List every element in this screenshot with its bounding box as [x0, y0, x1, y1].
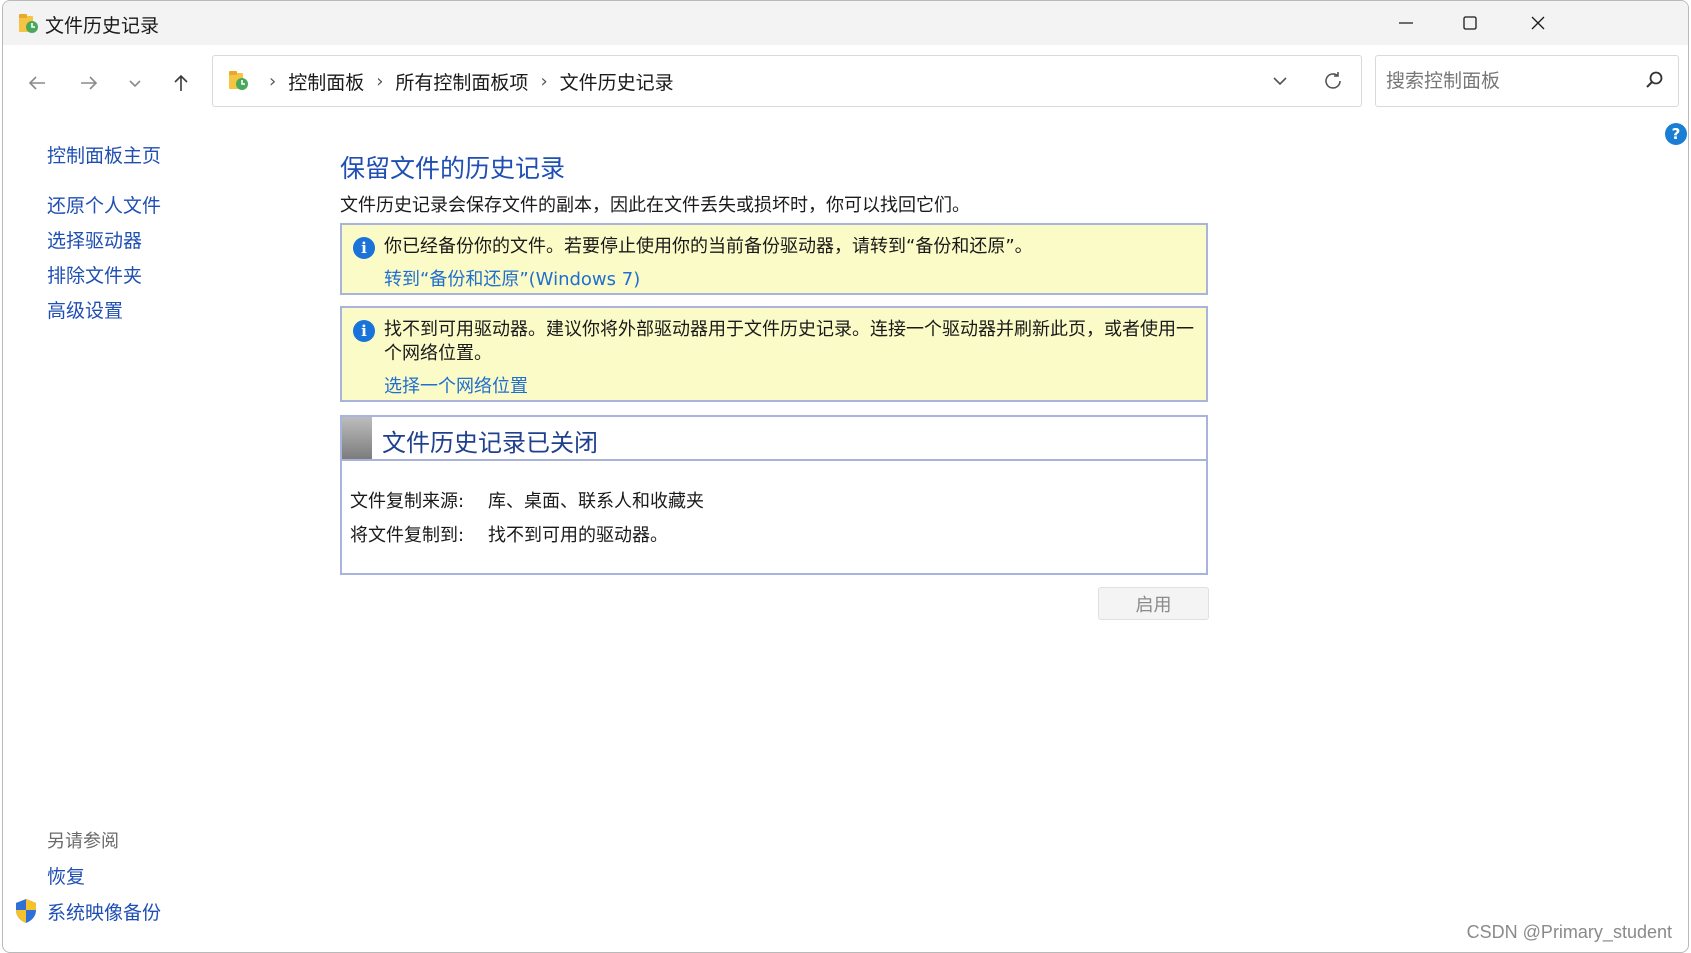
shield-icon [16, 899, 36, 923]
info-backup-notice: i 你已经备份你的文件。若要停止使用你的当前备份驱动器，请转到“备份和还原”。 … [340, 223, 1208, 295]
page-title: 保留文件的历史记录 [340, 154, 566, 183]
info-icon: i [353, 320, 375, 342]
refresh-icon[interactable] [1321, 69, 1345, 93]
enable-button[interactable]: 启用 [1098, 587, 1209, 620]
breadcrumb: › 控制面板 › 所有控制面板项 › 文件历史记录 [257, 56, 674, 106]
info-backup-message: 你已经备份你的文件。若要停止使用你的当前备份驱动器，请转到“备份和还原”。 [384, 236, 1033, 257]
maximize-icon [1463, 16, 1477, 30]
control-panel-icon [229, 71, 248, 90]
title-bar[interactable]: 文件历史记录 [3, 1, 1688, 45]
file-history-window: 文件历史记录 › 控制面板 › 所有控制面板项 › 文件历史记录 搜索控制面板 … [2, 0, 1689, 953]
file-history-app-icon [19, 14, 38, 33]
breadcrumb-separator[interactable]: › [540, 71, 547, 92]
help-button[interactable]: ? [1665, 123, 1687, 145]
recovery-link[interactable]: 恢复 [47, 862, 85, 889]
breadcrumb-all-items[interactable]: 所有控制面板项 [395, 68, 528, 95]
breadcrumb-separator[interactable]: › [376, 71, 383, 92]
info-icon: i [353, 237, 375, 259]
restore-personal-files-link[interactable]: 还原个人文件 [47, 191, 161, 218]
status-panel: 文件历史记录已关闭 文件复制来源: 库、桌面、联系人和收藏夹 将文件复制到: 找不到… [340, 415, 1208, 575]
select-network-location-link[interactable]: 选择一个网络位置 [384, 372, 528, 398]
breadcrumb-separator[interactable]: › [269, 71, 276, 92]
search-box[interactable] [1375, 55, 1679, 107]
status-header: 文件历史记录已关闭 [342, 417, 1206, 461]
copy-to-value: 找不到可用的驱动器。 [488, 525, 668, 546]
copy-from-value: 库、桌面、联系人和收藏夹 [488, 491, 704, 512]
arrow-up-icon [174, 74, 188, 91]
address-bar[interactable]: › 控制面板 › 所有控制面板项 › 文件历史记录 [212, 55, 1362, 107]
copy-from-label: 文件复制来源: [350, 491, 465, 512]
info-no-drive-notice: i 找不到可用驱动器。建议你将外部驱动器用于文件历史记录。连接一个驱动器并刷新此… [340, 306, 1208, 402]
watermark: CSDN @Primary_student [1466, 922, 1672, 942]
search-input[interactable] [1384, 64, 1628, 98]
status-indicator [342, 417, 372, 459]
close-button[interactable] [1503, 1, 1573, 45]
chevron-down-icon [129, 80, 141, 88]
control-panel-home-link[interactable]: 控制面板主页 [47, 141, 161, 168]
window-title: 文件历史记录 [45, 15, 160, 37]
breadcrumb-control-panel[interactable]: 控制面板 [288, 68, 364, 95]
up-button[interactable] [165, 67, 197, 99]
copy-from-row: 文件复制来源: 库、桌面、联系人和收藏夹 [350, 487, 704, 513]
forward-button[interactable] [73, 67, 105, 99]
system-image-backup-link[interactable]: 系统映像备份 [47, 898, 161, 925]
info-no-drive-message: 找不到可用驱动器。建议你将外部驱动器用于文件历史记录。连接一个驱动器并刷新此页，… [384, 319, 1194, 364]
see-also-title: 另请参阅 [47, 831, 119, 852]
maximize-button[interactable] [1435, 1, 1505, 45]
breadcrumb-file-history[interactable]: 文件历史记录 [560, 68, 674, 95]
select-drive-link[interactable]: 选择驱动器 [47, 226, 142, 253]
search-icon[interactable] [1644, 70, 1664, 90]
address-dropdown-icon[interactable] [1269, 70, 1291, 92]
backup-restore-link[interactable]: 转到“备份和还原”(Windows 7) [384, 265, 640, 291]
minimize-icon [1399, 22, 1413, 24]
advanced-settings-link[interactable]: 高级设置 [47, 296, 123, 323]
recent-locations-button[interactable] [119, 67, 151, 99]
arrow-left-icon [28, 76, 45, 90]
back-button[interactable] [21, 67, 53, 99]
copy-to-label: 将文件复制到: [350, 525, 465, 546]
page-description: 文件历史记录会保存文件的副本，因此在文件丢失或损坏时，你可以找回它们。 [340, 195, 970, 216]
close-icon [1531, 16, 1545, 30]
arrow-right-icon [81, 76, 98, 90]
navigation-bar: › 控制面板 › 所有控制面板项 › 文件历史记录 [3, 45, 1688, 117]
exclude-folders-link[interactable]: 排除文件夹 [47, 261, 142, 288]
status-title: 文件历史记录已关闭 [382, 429, 598, 457]
minimize-button[interactable] [1371, 1, 1441, 45]
copy-to-row: 将文件复制到: 找不到可用的驱动器。 [350, 521, 668, 547]
